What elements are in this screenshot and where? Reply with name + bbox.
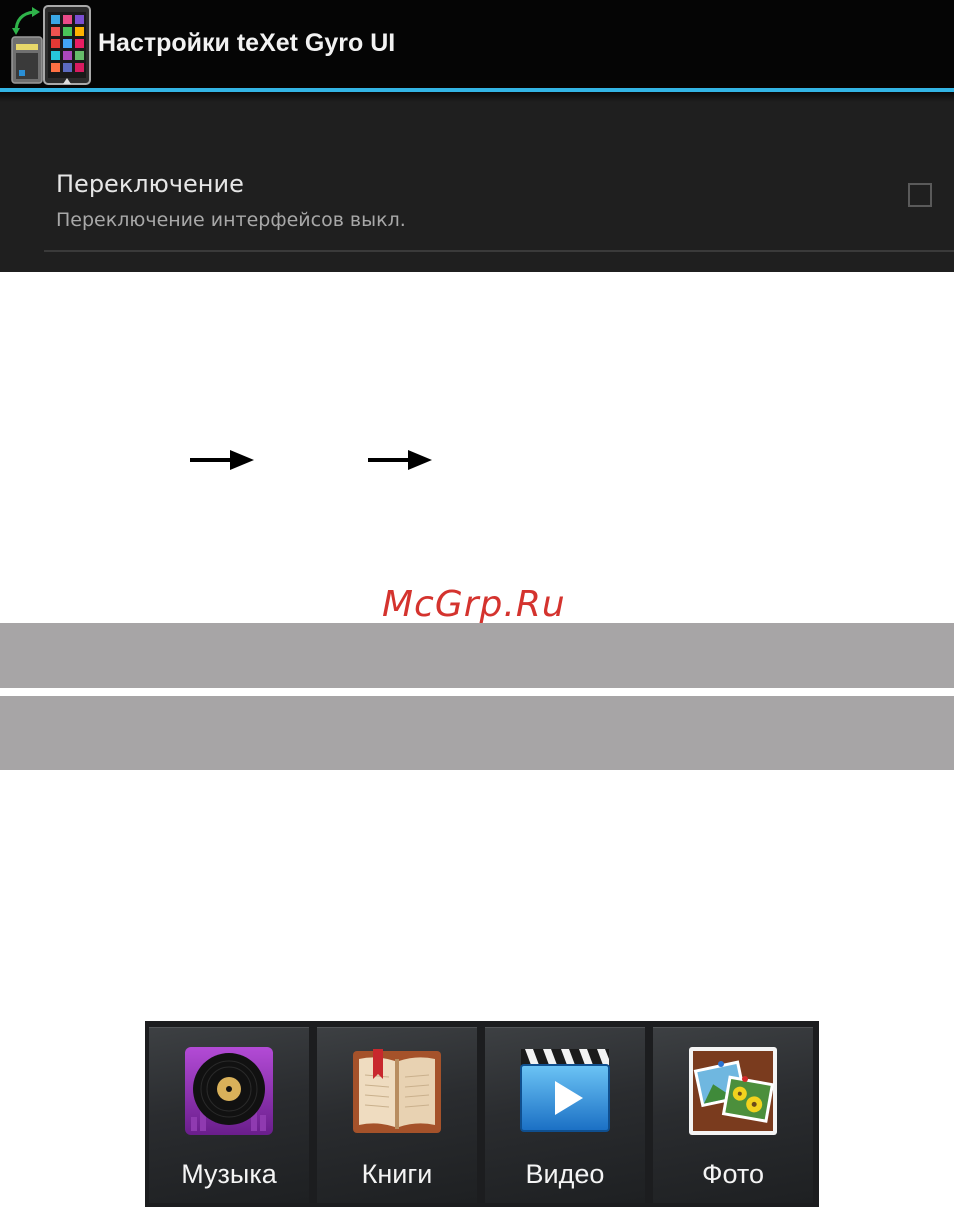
dock-item-books[interactable]: Книги	[317, 1027, 477, 1203]
dock-item-label: Фото	[701, 1159, 765, 1189]
launcher-dock: Музыка Книги Видео Фото	[145, 1021, 819, 1207]
dock-item-video[interactable]: Видео	[485, 1027, 645, 1203]
gray-bar	[0, 696, 954, 770]
preference-divider	[44, 250, 954, 252]
action-bar-shadow	[0, 92, 954, 102]
switch-preference-item[interactable]: Переключение Переключение интерфейсов вы…	[0, 140, 954, 260]
interface-switch-checkbox[interactable]	[908, 183, 932, 207]
right-arrow-icon	[368, 450, 432, 470]
dock-item-label: Музыка	[181, 1159, 277, 1189]
photo-gallery-icon	[689, 1047, 777, 1135]
settings-screenshot: Настройки teXet Gyro UI Переключение Пер…	[0, 0, 954, 272]
dock-item-photo[interactable]: Фото	[653, 1027, 813, 1203]
dock-item-label: Книги	[361, 1159, 433, 1189]
gray-bar	[0, 623, 954, 688]
preference-title: Переключение	[56, 170, 244, 198]
books-icon	[353, 1049, 441, 1133]
dock-item-label: Видео	[525, 1159, 605, 1189]
preference-summary: Переключение интерфейсов выкл.	[56, 209, 406, 231]
app-title: Настройки teXet Gyro UI	[98, 29, 396, 57]
gyro-ui-app-icon[interactable]	[10, 4, 92, 86]
dock-item-music[interactable]: Музыка	[149, 1027, 309, 1203]
action-bar: Настройки teXet Gyro UI	[0, 0, 954, 88]
video-clapper-icon	[520, 1049, 610, 1132]
music-vinyl-icon	[185, 1047, 273, 1135]
watermark: McGrp.Ru	[382, 584, 566, 625]
right-arrow-icon	[190, 450, 254, 470]
